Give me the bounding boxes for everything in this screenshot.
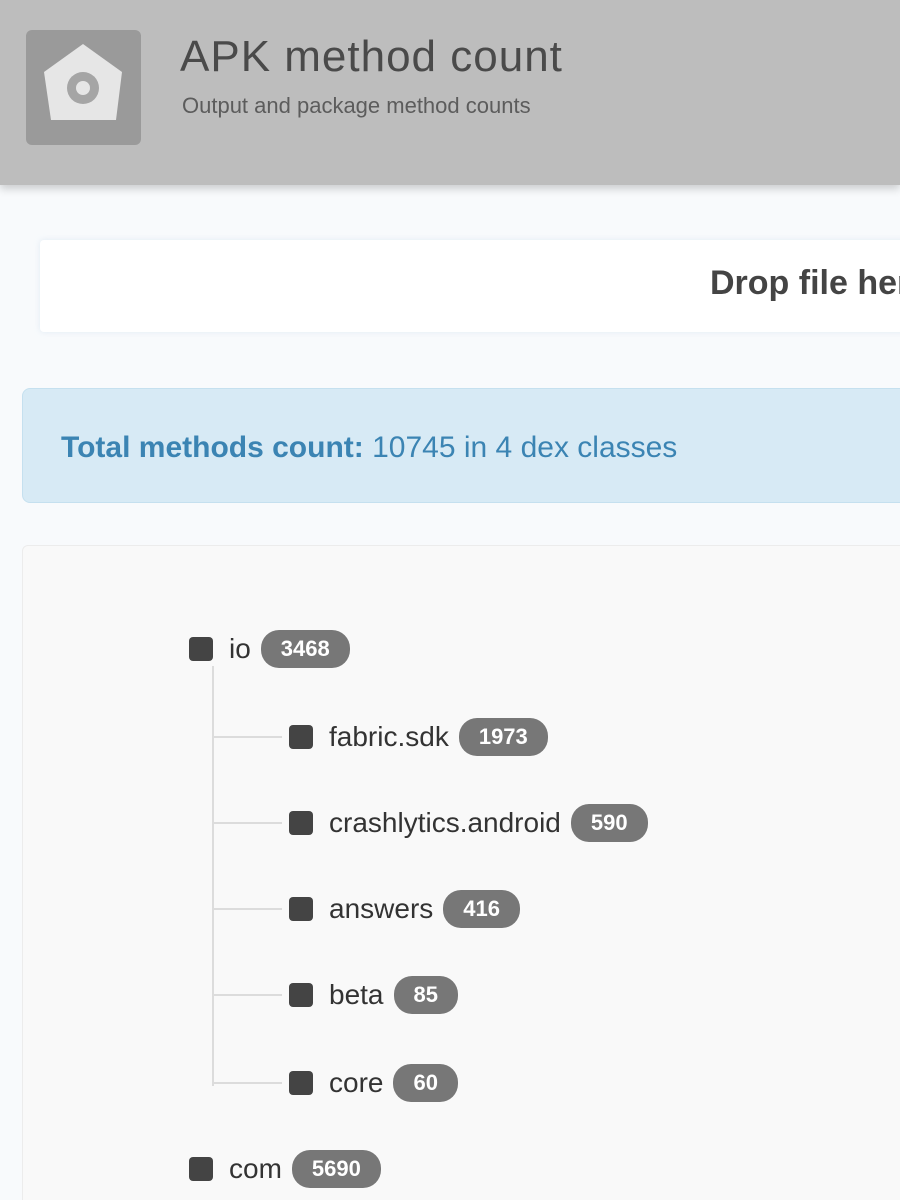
tree-node-label: beta xyxy=(329,979,384,1010)
app-subtitle: Output and package method counts xyxy=(182,93,531,118)
tree-node-root[interactable]: io 3468 xyxy=(189,630,350,668)
method-count-badge: 60 xyxy=(393,1064,458,1102)
page: APK method count Output and package meth… xyxy=(0,0,900,1200)
tree-node-child[interactable]: answers 416 xyxy=(289,890,520,928)
method-count-badge: 5690 xyxy=(291,1150,381,1188)
tree-connector-line xyxy=(212,736,282,738)
tree-node-child[interactable]: crashlytics.android 590 xyxy=(289,804,648,842)
method-count-badge: 590 xyxy=(570,804,648,842)
method-tree-panel: io 3468 fabric.sdk 1973 crashlytics.andr… xyxy=(22,545,900,1200)
tree-node-child[interactable]: beta 85 xyxy=(289,976,458,1014)
tree-connector-line xyxy=(212,822,282,824)
method-count-badge: 3468 xyxy=(260,630,350,668)
square-bullet-icon xyxy=(189,1157,213,1181)
app-logo-icon xyxy=(26,30,141,145)
tree-connector-line xyxy=(212,994,282,996)
total-methods-value: 10745 in 4 dex classes xyxy=(372,431,678,464)
total-methods-label: Total methods count: xyxy=(61,431,364,464)
tree-node-label: io xyxy=(229,633,251,664)
app-title: APK method count xyxy=(180,32,563,81)
tree-connector-line xyxy=(212,908,282,910)
tree-node-child[interactable]: fabric.sdk 1973 xyxy=(289,718,548,756)
square-bullet-icon xyxy=(289,983,313,1007)
total-methods-text: Total methods count: 10745 in 4 dex clas… xyxy=(61,431,677,465)
tree-node-label: com xyxy=(229,1153,282,1184)
square-bullet-icon xyxy=(289,811,313,835)
tree-connector-line xyxy=(212,1082,282,1084)
square-bullet-icon xyxy=(289,897,313,921)
tree-node-root[interactable]: com 5690 xyxy=(189,1150,381,1188)
tree-node-label: core xyxy=(329,1067,384,1098)
drop-zone-text: Drop file here xyxy=(710,264,900,302)
method-count-badge: 1973 xyxy=(458,718,548,756)
square-bullet-icon xyxy=(189,637,213,661)
app-header: APK method count Output and package meth… xyxy=(0,0,900,185)
method-count-badge: 85 xyxy=(393,976,458,1014)
method-count-badge: 416 xyxy=(443,890,520,928)
tree-node-label: crashlytics.android xyxy=(329,807,561,838)
tree-node-label: fabric.sdk xyxy=(329,721,449,752)
file-drop-zone[interactable]: Drop file here xyxy=(40,240,900,332)
total-methods-alert: Total methods count: 10745 in 4 dex clas… xyxy=(22,388,900,503)
square-bullet-icon xyxy=(289,725,313,749)
tree-node-label: answers xyxy=(329,893,434,924)
tree-connector-line xyxy=(212,666,214,1086)
square-bullet-icon xyxy=(289,1071,313,1095)
tree-node-child[interactable]: core 60 xyxy=(289,1064,458,1102)
